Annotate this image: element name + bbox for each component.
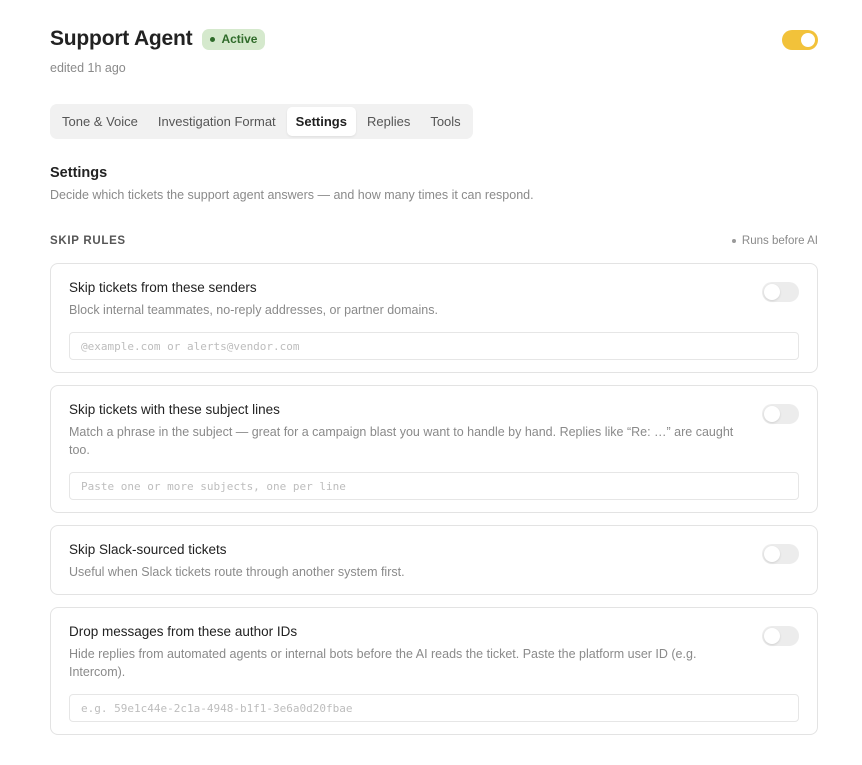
bullet-icon xyxy=(731,239,736,243)
rule-description: Hide replies from automated agents or in… xyxy=(69,647,697,679)
subject-lines-input[interactable] xyxy=(69,472,799,500)
status-dot-icon xyxy=(210,36,216,42)
rule-toggle-subject-lines[interactable] xyxy=(762,404,799,424)
toggle-knob xyxy=(764,284,780,300)
author-ids-input[interactable] xyxy=(69,694,799,722)
rule-card-author-ids: Drop messages from these author IDs Hide… xyxy=(50,607,818,735)
rule-title: Skip tickets with these subject lines xyxy=(69,402,280,417)
rule-card-slack: Skip Slack-sourced tickets Useful when S… xyxy=(50,525,818,595)
status-badge: Active xyxy=(202,28,266,50)
tab-investigation-format[interactable]: Investigation Format xyxy=(149,107,285,136)
skip-rules-header: SKIP RULES Runs before AI xyxy=(50,235,818,247)
rule-description: Useful when Slack tickets route through … xyxy=(69,565,405,579)
tab-bar: Tone & Voice Investigation Format Settin… xyxy=(50,104,473,139)
rule-toggle-slack[interactable] xyxy=(762,544,799,564)
section-description: Decide which tickets the support agent a… xyxy=(50,188,534,202)
toggle-knob xyxy=(764,406,780,422)
toggle-knob xyxy=(764,628,780,644)
runs-before-ai-label: Runs before AI xyxy=(741,235,818,247)
page-header: Support Agent Active edited 1h ago xyxy=(50,27,266,75)
rule-toggle-author-ids[interactable] xyxy=(762,626,799,646)
tab-tools[interactable]: Tools xyxy=(421,107,469,136)
rule-title: Skip tickets from these senders xyxy=(69,280,257,295)
tab-settings[interactable]: Settings xyxy=(286,107,356,136)
rule-title: Skip Slack-sourced tickets xyxy=(69,542,227,557)
title-row: Support Agent Active xyxy=(50,27,266,51)
section-title: Settings xyxy=(50,165,108,181)
page-title: Support Agent xyxy=(50,27,193,50)
rule-toggle-senders[interactable] xyxy=(762,282,799,302)
tab-tone-voice[interactable]: Tone & Voice xyxy=(53,107,147,136)
settings-section: Settings Decide which tickets the suppor… xyxy=(50,165,818,202)
rule-card-senders: Skip tickets from these senders Block in… xyxy=(50,263,818,373)
senders-input[interactable] xyxy=(69,332,799,360)
rule-description: Block internal teammates, no-reply addre… xyxy=(69,303,438,317)
rule-description: Match a phrase in the subject — great fo… xyxy=(69,425,734,457)
rule-card-subject-lines: Skip tickets with these subject lines Ma… xyxy=(50,385,818,513)
skip-rules-label: SKIP RULES xyxy=(50,235,126,247)
tab-replies[interactable]: Replies xyxy=(358,107,419,136)
runs-before-ai-note: Runs before AI xyxy=(731,235,818,247)
agent-enabled-toggle[interactable] xyxy=(782,30,818,50)
toggle-knob xyxy=(764,546,780,562)
rule-title: Drop messages from these author IDs xyxy=(69,624,298,639)
edited-timestamp: edited 1h ago xyxy=(50,61,126,75)
status-badge-label: Active xyxy=(221,32,258,46)
toggle-knob xyxy=(801,33,815,47)
